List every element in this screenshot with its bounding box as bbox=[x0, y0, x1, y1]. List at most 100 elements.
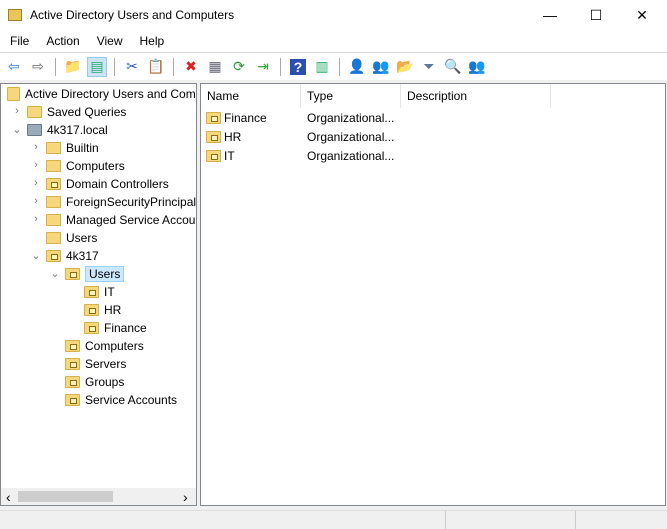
snapin-icon bbox=[7, 87, 20, 101]
scroll-thumb[interactable] bbox=[18, 491, 113, 502]
tree-item-label: Users bbox=[66, 231, 98, 245]
organizational-unit-icon bbox=[206, 112, 221, 124]
menu-bar: File Action View Help bbox=[0, 30, 667, 52]
tree-item-label: Finance bbox=[104, 321, 147, 335]
toolbar: ⇦ ⇨ 📁 ▤ ✂ 📋 ✖ ▦ ⟳ ⇥? ▥ 👤 👥 📂 ⏷ 🔍 👥 bbox=[0, 52, 667, 80]
organizational-unit-icon bbox=[65, 268, 80, 280]
organizational-unit-icon bbox=[206, 150, 221, 162]
tree-item-label: ForeignSecurityPrincipals bbox=[66, 195, 197, 209]
expand-chevron-icon[interactable]: › bbox=[31, 159, 41, 171]
maximize-button[interactable]: ☐ bbox=[573, 0, 619, 30]
tree-item[interactable]: Groups bbox=[65, 373, 124, 391]
menu-view[interactable]: View bbox=[87, 34, 130, 48]
list-item[interactable]: IT bbox=[206, 147, 235, 165]
tree-item[interactable]: Managed Service Accounts bbox=[46, 211, 197, 229]
column-header-type[interactable]: Type bbox=[301, 84, 401, 108]
new-user-button[interactable]: 👤 bbox=[347, 57, 367, 77]
folder-icon bbox=[46, 196, 61, 208]
tree-item[interactable]: Saved Queries bbox=[27, 103, 126, 121]
tree-item[interactable]: Builtin bbox=[46, 139, 99, 157]
expand-chevron-icon[interactable]: › bbox=[31, 177, 41, 189]
cut-icon: ✂ bbox=[126, 58, 138, 74]
show-console-tree-icon: ▤ bbox=[90, 58, 104, 74]
tree-item-label: Managed Service Accounts bbox=[66, 213, 197, 227]
new-ou-button[interactable]: 📂 bbox=[395, 57, 415, 77]
back-arrow-icon: ⇦ bbox=[8, 58, 20, 74]
tree-item[interactable]: 4k317.local bbox=[27, 121, 108, 139]
new-user-icon: 👤 bbox=[348, 58, 366, 74]
console-tree: ‹ › Active Directory Users and Com › Saved… bbox=[0, 83, 197, 506]
tree-horizontal-scrollbar[interactable]: ‹ › bbox=[1, 488, 196, 505]
expand-chevron-icon[interactable]: › bbox=[31, 213, 41, 225]
tree-item[interactable]: Domain Controllers bbox=[46, 175, 169, 193]
cut-button[interactable]: ✂ bbox=[122, 57, 142, 77]
tree-item[interactable]: Computers bbox=[46, 157, 125, 175]
minimize-button[interactable]: — bbox=[527, 0, 573, 30]
forward-arrow-button[interactable]: ⇨ bbox=[28, 57, 48, 77]
organizational-unit-icon bbox=[206, 131, 221, 143]
menu-action[interactable]: Action bbox=[36, 34, 86, 48]
expand-chevron-icon[interactable]: › bbox=[31, 141, 41, 153]
close-button[interactable]: ✕ bbox=[619, 0, 665, 30]
scroll-left-button[interactable]: ‹ bbox=[6, 489, 11, 505]
tree-item-label: Saved Queries bbox=[47, 105, 127, 119]
delete-icon: ✖ bbox=[185, 58, 197, 74]
tree-item[interactable]: IT bbox=[84, 283, 115, 301]
menu-file[interactable]: File bbox=[0, 34, 36, 48]
tree-item-label: Domain Controllers bbox=[66, 177, 169, 191]
find-button[interactable]: 🔍 bbox=[443, 57, 463, 77]
add-to-group-button[interactable]: 👥 bbox=[467, 57, 487, 77]
tree-item[interactable]: Service Accounts bbox=[65, 391, 177, 409]
expand-chevron-icon[interactable]: › bbox=[31, 195, 41, 207]
help-button[interactable]: ? bbox=[288, 57, 308, 77]
organizational-unit-icon bbox=[65, 376, 80, 388]
back-arrow-button[interactable]: ⇦ bbox=[4, 57, 24, 77]
tree-item[interactable]: HR bbox=[84, 301, 121, 319]
folder-icon bbox=[27, 106, 42, 118]
refresh-button[interactable]: ⟳ bbox=[229, 57, 249, 77]
show-console-tree-button[interactable]: ▤ bbox=[87, 56, 107, 77]
show-action-pane-button[interactable]: ▥ bbox=[312, 57, 332, 77]
export-list-button[interactable]: ⇥ bbox=[253, 57, 273, 77]
delete-button[interactable]: ✖ bbox=[181, 57, 201, 77]
tree-item[interactable]: Users bbox=[65, 265, 125, 283]
show-action-pane-icon: ▥ bbox=[315, 58, 329, 74]
collapse-chevron-icon[interactable]: ⌄ bbox=[31, 249, 41, 262]
collapse-chevron-icon[interactable]: ⌄ bbox=[50, 267, 60, 280]
up-folder-button[interactable]: 📁 bbox=[63, 57, 83, 77]
new-group-button[interactable]: 👥 bbox=[371, 57, 391, 77]
organizational-unit-icon bbox=[46, 178, 61, 190]
tree-item-label: Servers bbox=[85, 357, 127, 371]
list-item[interactable]: Finance bbox=[206, 109, 267, 127]
tree-item[interactable]: Finance bbox=[84, 319, 147, 337]
expand-chevron-icon[interactable]: › bbox=[12, 105, 22, 117]
toolbar-separator bbox=[339, 57, 340, 76]
item-type: Organizational... bbox=[307, 111, 395, 125]
new-ou-icon: 📂 bbox=[396, 58, 414, 74]
tree-item[interactable]: 4k317 bbox=[46, 247, 99, 265]
tree-item[interactable]: Servers bbox=[65, 355, 126, 373]
column-header-description[interactable]: Description bbox=[401, 84, 551, 108]
tree-item-label: Users bbox=[85, 266, 125, 282]
paste-button[interactable]: 📋 bbox=[146, 57, 166, 77]
toolbar-separator bbox=[173, 57, 174, 76]
menu-help[interactable]: Help bbox=[130, 34, 172, 48]
forward-arrow-icon: ⇨ bbox=[32, 58, 44, 74]
toolbar-separator bbox=[114, 57, 115, 76]
tree-item[interactable]: Computers bbox=[65, 337, 144, 355]
tree-item-label: Computers bbox=[85, 339, 144, 353]
filter-button[interactable]: ⏷ bbox=[419, 57, 439, 77]
collapse-chevron-icon[interactable]: ⌄ bbox=[12, 123, 22, 136]
organizational-unit-icon bbox=[84, 304, 99, 316]
find-icon: 🔍 bbox=[444, 58, 462, 74]
domain-icon bbox=[27, 124, 42, 136]
scroll-right-button[interactable]: › bbox=[183, 489, 188, 505]
tree-item[interactable]: Users bbox=[46, 229, 97, 247]
column-header-name[interactable]: Name bbox=[201, 84, 301, 108]
organizational-unit-icon bbox=[84, 286, 99, 298]
tree-item[interactable]: Active Directory Users and Com bbox=[7, 85, 196, 103]
add-to-group-icon: 👥 bbox=[468, 58, 486, 74]
tree-item[interactable]: ForeignSecurityPrincipals bbox=[46, 193, 197, 211]
properties-button[interactable]: ▦ bbox=[205, 57, 225, 77]
list-item[interactable]: HR bbox=[206, 128, 241, 146]
